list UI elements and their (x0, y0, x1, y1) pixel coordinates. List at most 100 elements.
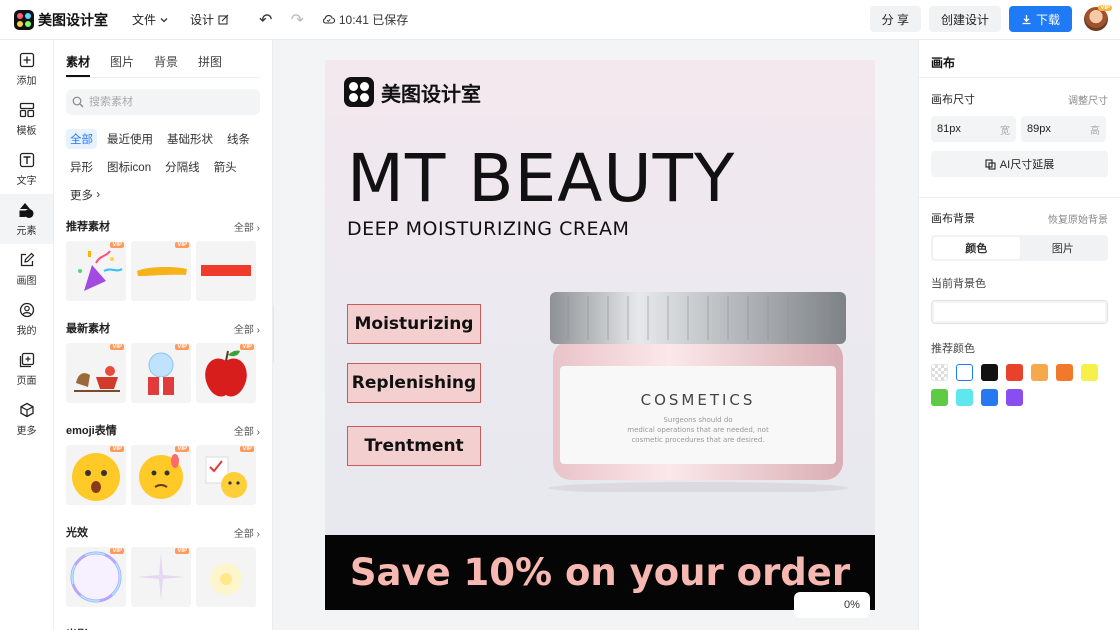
swatch-orange[interactable] (1056, 364, 1073, 381)
text-t-icon (18, 151, 36, 169)
design-canvas[interactable]: 美图设计室 MT BEAUTY DEEP MOISTURIZING CREAM … (325, 60, 875, 610)
chip-all[interactable]: 全部 (66, 129, 97, 149)
nav-draw[interactable]: 画图 (0, 244, 53, 294)
nav-elements-label: 元素 (16, 226, 37, 237)
asset-glow[interactable] (196, 547, 256, 607)
asset-red-apple[interactable]: VIP (196, 343, 256, 403)
restore-background-link[interactable]: 恢复原始背景 (1048, 211, 1108, 226)
download-button[interactable]: 下载 (1008, 6, 1072, 32)
nav-more[interactable]: 更多 (0, 394, 53, 444)
swatch-red[interactable] (1006, 364, 1023, 381)
swatch-transparent[interactable] (931, 364, 948, 381)
vip-badge: VIP (110, 548, 124, 554)
nav-mine[interactable]: 我的 (0, 294, 53, 344)
ai-resize-button[interactable]: AI尺寸延展 (931, 151, 1108, 177)
section-title-light-effects: 光效 (66, 527, 88, 539)
zoom-control[interactable]: 0% (794, 592, 870, 618)
chip-icons[interactable]: 图标icon (103, 157, 155, 177)
width-value: 81px (937, 123, 961, 135)
design-subheadline[interactable]: DEEP MOISTURIZING CREAM (347, 218, 629, 240)
nav-template[interactable]: 模板 (0, 94, 53, 144)
nav-more-label: 更多 (16, 426, 37, 437)
chip-arrows[interactable]: 箭头 (210, 157, 241, 177)
asset-snow-globe-gift[interactable]: VIP (131, 343, 191, 403)
tab-images[interactable]: 图片 (110, 53, 134, 77)
promo-banner[interactable]: Save 10% on your order (325, 535, 875, 610)
chip-lines[interactable]: 线条 (223, 129, 254, 149)
user-icon (18, 301, 36, 319)
file-menu[interactable]: 文件 (132, 11, 168, 28)
canvas-background-label: 画布背景 (931, 213, 975, 225)
bg-type-image[interactable]: 图片 (1020, 237, 1107, 259)
undo-icon[interactable]: ↶ (259, 10, 272, 30)
design-menu-label: 设计 (190, 13, 215, 27)
cosmetics-jar-image[interactable]: COSMETICS Surgeons should do medical ope… (548, 292, 848, 494)
save-status: 10:41 已保存 (322, 11, 408, 28)
swatch-white[interactable] (956, 364, 973, 381)
chip-basic-shapes[interactable]: 基础形状 (163, 129, 217, 149)
color-swatches (919, 356, 1120, 406)
chip-recent[interactable]: 最近使用 (103, 129, 157, 149)
user-avatar[interactable]: VIP (1084, 5, 1112, 31)
swatch-cyan[interactable] (956, 389, 973, 406)
share-button[interactable]: 分 享 (869, 6, 921, 32)
chip-dividers[interactable]: 分隔线 (161, 157, 204, 177)
tab-collage[interactable]: 拼图 (198, 53, 222, 77)
view-all-label: 全部 (233, 222, 254, 234)
asset-shocked-emoji[interactable]: VIP (66, 445, 126, 505)
search-box[interactable] (66, 89, 260, 115)
bg-type-color[interactable]: 颜色 (933, 237, 1020, 259)
swatch-blue[interactable] (981, 389, 998, 406)
section-title-latest: 最新素材 (66, 323, 110, 335)
party-popper-icon (78, 250, 123, 291)
asset-yellow-brush-stroke[interactable]: VIP (131, 241, 191, 301)
feature-box-moisturizing[interactable]: Moisturizing (347, 304, 481, 344)
swatch-purple[interactable] (1006, 389, 1023, 406)
nav-page[interactable]: 页面 (0, 344, 53, 394)
feature-box-replenishing[interactable]: Replenishing (347, 363, 481, 403)
current-bg-color-field[interactable] (931, 300, 1108, 324)
view-all-emoji[interactable]: 全部 › (234, 423, 260, 438)
asset-star-sparkle[interactable]: VIP (131, 547, 191, 607)
adjust-size-link[interactable]: 调整尺寸 (1068, 92, 1108, 107)
background-type-toggle: 颜色 图片 (931, 235, 1108, 261)
design-headline[interactable]: MT BEAUTY (347, 140, 735, 217)
cube-icon (18, 401, 36, 419)
tab-materials[interactable]: 素材 (66, 53, 91, 77)
view-all-label: 全部 (233, 426, 254, 438)
jar-label: COSMETICS (641, 391, 756, 409)
view-all-light-shadow[interactable]: 全部 › (234, 627, 260, 630)
chip-irregular[interactable]: 异形 (66, 157, 97, 177)
feature-box-treatment[interactable]: Trentment (347, 426, 481, 466)
vip-badge: VIP (110, 242, 124, 248)
width-field[interactable]: 81px 宽 (931, 116, 1016, 142)
create-design-button[interactable]: 创建设计 (928, 6, 1001, 32)
chip-more[interactable]: 更多 › (66, 185, 104, 205)
tab-backgrounds[interactable]: 背景 (154, 53, 178, 77)
swatch-black[interactable] (981, 364, 998, 381)
view-all-recommended[interactable]: 全部 › (234, 219, 260, 234)
view-all-light-effects[interactable]: 全部 › (234, 525, 260, 540)
asset-chick-checklist[interactable]: VIP (196, 445, 256, 505)
view-all-latest[interactable]: 全部 › (234, 321, 260, 336)
swatch-light-orange[interactable] (1031, 364, 1048, 381)
swatch-green[interactable] (931, 389, 948, 406)
asset-bubble-ring[interactable]: VIP (66, 547, 126, 607)
swatch-yellow[interactable] (1081, 364, 1098, 381)
nav-add[interactable]: 添加 (0, 44, 53, 94)
glow-icon (210, 563, 242, 595)
height-field[interactable]: 89px 高 (1021, 116, 1106, 142)
design-logo[interactable]: 美图设计室 (344, 77, 481, 107)
asset-party-popper[interactable]: VIP (66, 241, 126, 301)
redo-icon[interactable]: ↷ (290, 10, 303, 30)
design-menu[interactable]: 设计 (190, 11, 229, 28)
search-input[interactable] (89, 96, 249, 108)
nav-text[interactable]: 文字 (0, 144, 53, 194)
asset-santa-sleigh[interactable]: VIP (66, 343, 126, 403)
app-logo[interactable]: 美图设计室 (14, 9, 108, 30)
chip-more-label: 更多 (70, 190, 93, 202)
asset-thinking-emoji[interactable]: VIP (131, 445, 191, 505)
properties-title: 画布 (919, 40, 1120, 78)
asset-red-bar[interactable] (196, 241, 256, 301)
nav-elements[interactable]: 元素 (0, 194, 53, 244)
